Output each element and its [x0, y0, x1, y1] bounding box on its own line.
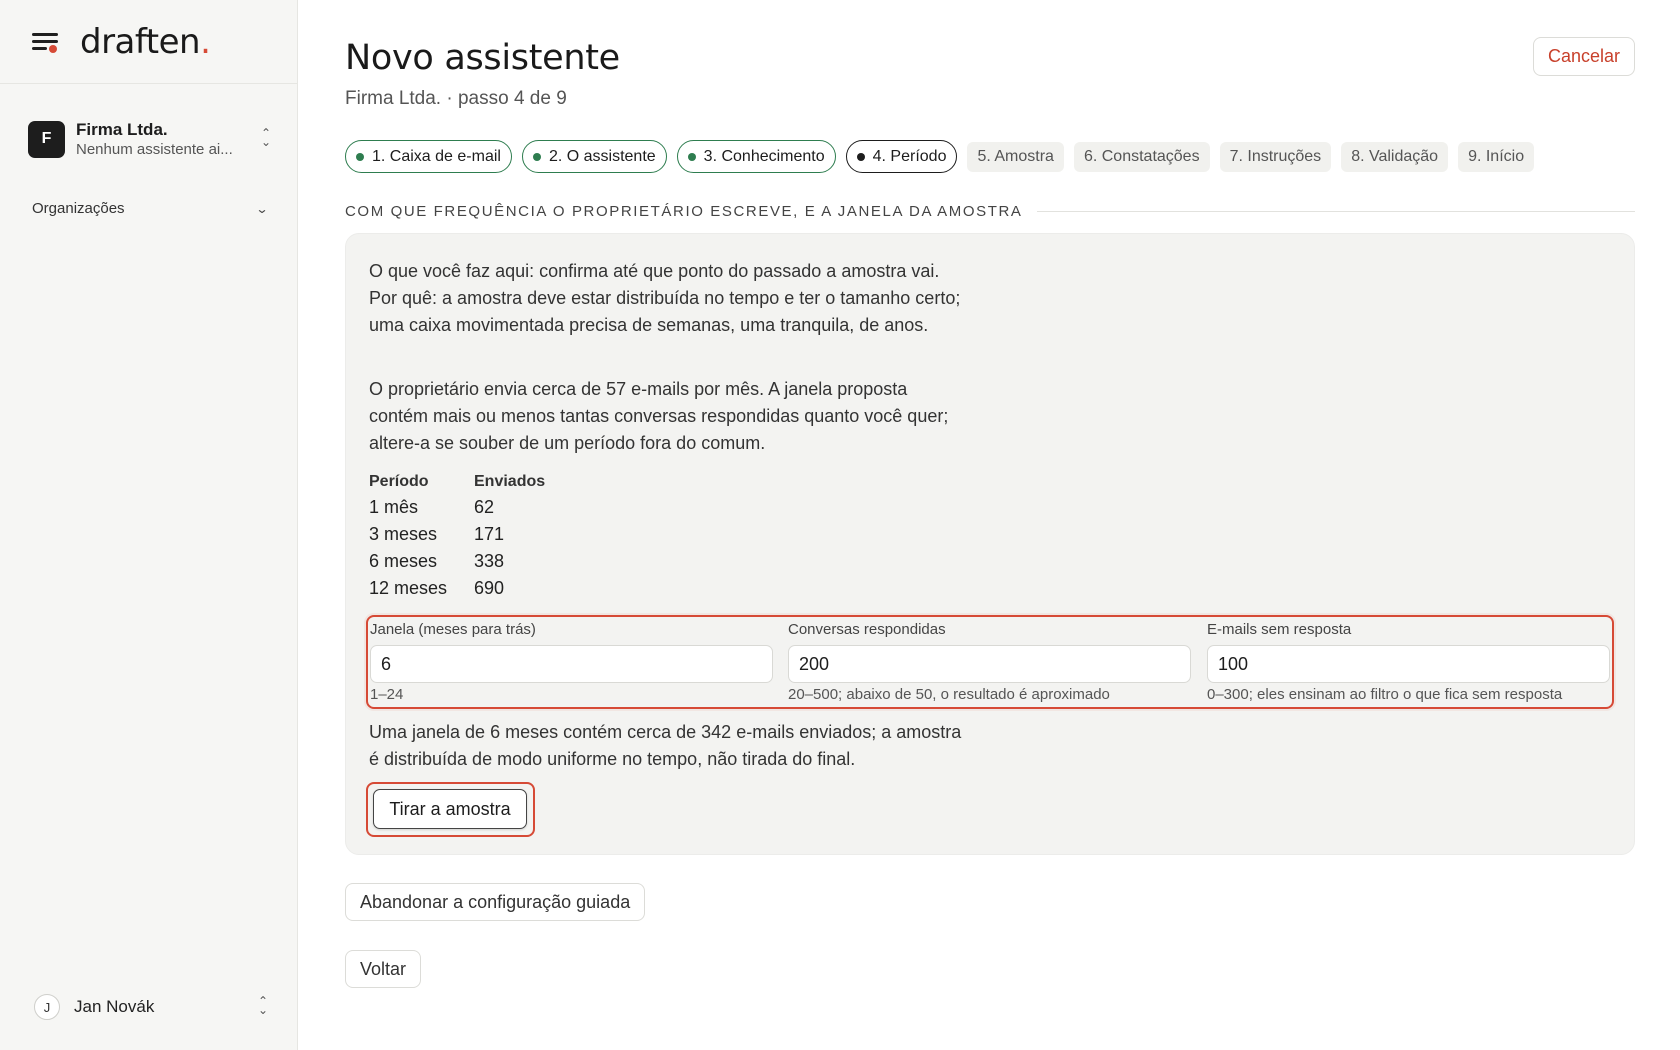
- step-current-dot: [856, 152, 865, 161]
- section-header: COM QUE FREQUÊNCIA O PROPRIETÁRIO ESCREV…: [345, 203, 1635, 220]
- table-row: 3 meses 171: [369, 524, 505, 544]
- brand-bar: draften.: [0, 0, 297, 84]
- unanswered-field: E-mails sem resposta 0–300; eles ensinam…: [1207, 617, 1612, 707]
- step-knowledge[interactable]: 3. Conhecimento: [676, 140, 836, 173]
- sample-fields: Janela (meses para trás) 1–24 Conversas …: [366, 615, 1614, 709]
- org-avatar: F: [28, 120, 65, 158]
- window-label: Janela (meses para trás): [370, 621, 536, 638]
- sent-stats-table: Período Enviados 1 mês 62 3 meses 171 6 me…: [369, 470, 545, 602]
- wizard-steps: 1. Caixa de e-mail 2. O assistente 3. Co…: [345, 140, 1544, 173]
- organizations-label: Organizações: [32, 200, 125, 217]
- brand-logo: draften.: [80, 21, 211, 62]
- unanswered-hint: 0–300; eles ensinam ao filtro o que fica…: [1207, 686, 1563, 703]
- sidebar: draften. F Firma Ltda. Nenhum assistente…: [0, 0, 298, 1050]
- table-row: 1 mês 62: [369, 497, 495, 517]
- step-findings: 6. Constatações: [1073, 141, 1210, 172]
- abandon-setup-button[interactable]: Abandonar a configuração guiada: [345, 883, 646, 921]
- intro-text: O que você faz aqui: confirma até que po…: [369, 261, 961, 335]
- org-switcher[interactable]: F Firma Ltda. Nenhum assistente ai... ⌃ ⌄: [28, 116, 273, 162]
- org-name: Firma Ltda.: [76, 119, 168, 139]
- step-period[interactable]: 4. Período: [845, 140, 958, 173]
- section-title: COM QUE FREQUÊNCIA O PROPRIETÁRIO ESCREV…: [345, 203, 1023, 220]
- step-mailbox[interactable]: 1. Caixa de e-mail: [345, 140, 512, 173]
- step-instructions: 7. Instruções: [1219, 141, 1332, 172]
- replied-label: Conversas respondidas: [788, 621, 946, 638]
- user-switcher[interactable]: J Jan Novák ⌃ ⌄: [34, 994, 270, 1020]
- window-input[interactable]: [370, 645, 773, 683]
- table-row: 12 meses 690: [369, 578, 505, 598]
- page-subtitle: Firma Ltda. · passo 4 de 9: [345, 88, 567, 109]
- section-divider: [1036, 211, 1635, 212]
- chevron-up-down-icon: ⌃ ⌄: [257, 994, 269, 1017]
- summary-text: Uma janela de 6 meses contém cerca de 34…: [369, 722, 962, 769]
- back-button[interactable]: Voltar: [345, 950, 422, 988]
- org-subtitle: Nenhum assistente ai...: [76, 140, 233, 158]
- step-done-dot: [687, 152, 696, 161]
- menu-icon[interactable]: [32, 31, 58, 53]
- unanswered-input[interactable]: [1207, 645, 1610, 683]
- step-done-dot: [356, 152, 364, 161]
- step-validation: 8. Validação: [1341, 141, 1449, 172]
- unanswered-label: E-mails sem resposta: [1207, 621, 1352, 638]
- user-name: Jan Novák: [74, 997, 155, 1016]
- info-text: O proprietário envia cerca de 57 e-mails…: [369, 379, 949, 453]
- replied-hint: 20–500; abaixo de 50, o resultado é apro…: [788, 686, 1110, 703]
- period-card: O que você faz aqui: confirma até que po…: [345, 233, 1635, 855]
- window-hint: 1–24: [370, 686, 404, 703]
- window-field: Janela (meses para trás) 1–24: [370, 617, 775, 707]
- cancel-button[interactable]: Cancelar: [1532, 37, 1635, 76]
- sample-button-highlight: Tirar a amostra: [366, 782, 535, 837]
- table-row: 6 meses 338: [369, 551, 505, 571]
- chevron-down-icon: ⌄: [255, 201, 269, 216]
- step-start: 9. Início: [1458, 141, 1535, 172]
- organizations-toggle[interactable]: Organizações ⌄: [32, 200, 269, 217]
- step-done-dot: [532, 152, 541, 161]
- step-sample: 5. Amostra: [967, 141, 1064, 172]
- replied-input[interactable]: [788, 645, 1191, 683]
- table-header: Período Enviados: [369, 473, 546, 490]
- step-assistant[interactable]: 2. O assistente: [521, 140, 667, 173]
- page-title: Novo assistente: [345, 38, 620, 78]
- chevron-up-down-icon: ⌃ ⌄: [260, 126, 272, 149]
- take-sample-button[interactable]: Tirar a amostra: [373, 789, 527, 829]
- replied-field: Conversas respondidas 20–500; abaixo de …: [788, 617, 1193, 707]
- user-avatar: J: [34, 994, 60, 1020]
